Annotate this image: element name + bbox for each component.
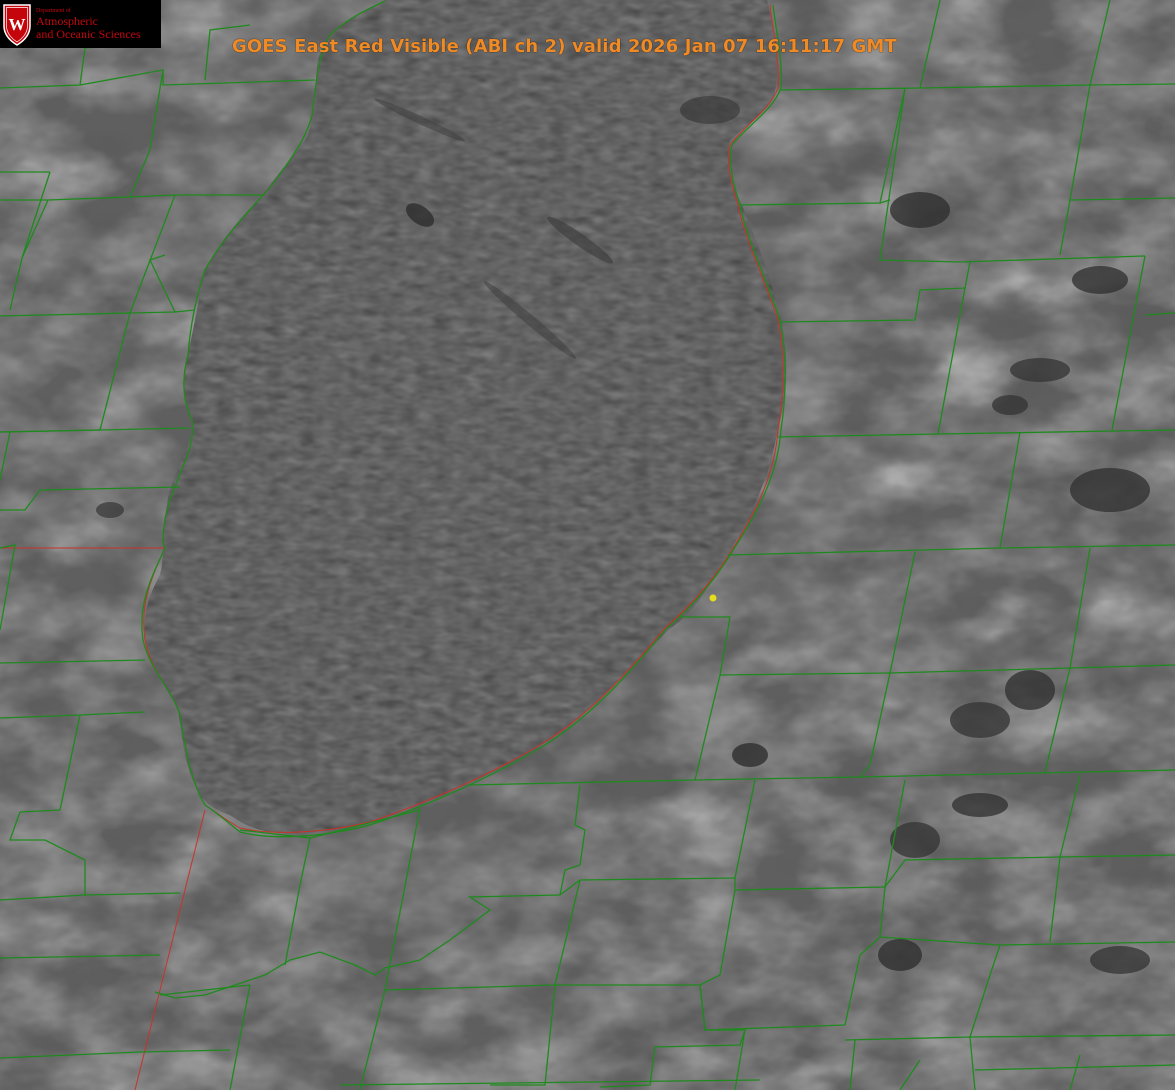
- logo-emblem-letter: W: [9, 15, 26, 34]
- uw-crest-icon: W: [3, 4, 31, 46]
- aos-logo: W Department of Atmospheric and Oceanic …: [0, 0, 161, 48]
- satellite-imagery: [0, 0, 1175, 1090]
- image-title: GOES East Red Visible (ABI ch 2) valid 2…: [232, 36, 897, 57]
- logo-text: Department of Atmospheric and Oceanic Sc…: [36, 8, 141, 41]
- logo-line-1: Atmospheric: [36, 13, 98, 28]
- logo-line-2: and Oceanic Sciences: [36, 26, 141, 41]
- location-marker: [709, 594, 717, 602]
- satellite-map: GOES East Red Visible (ABI ch 2) valid 2…: [0, 0, 1175, 1090]
- logo-department: Department of: [36, 7, 71, 14]
